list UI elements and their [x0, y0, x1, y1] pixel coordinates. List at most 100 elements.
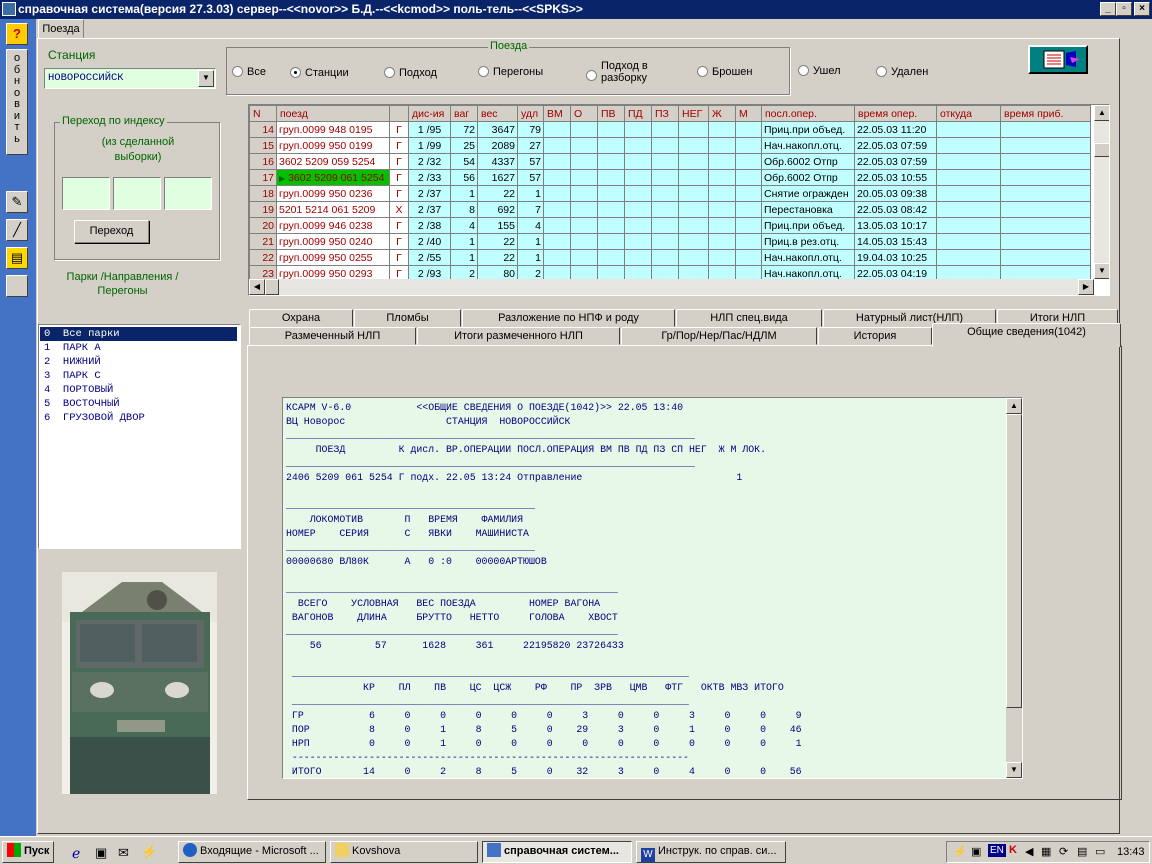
table-cell[interactable]: 14	[249, 121, 277, 138]
table-cell[interactable]	[543, 137, 571, 154]
table-cell[interactable]: Приц.при объед.	[761, 217, 855, 234]
table-cell[interactable]	[708, 217, 736, 234]
table-cell[interactable]: Приц.в рез.отц.	[761, 233, 855, 250]
table-cell[interactable]	[570, 185, 598, 202]
table-cell[interactable]	[543, 201, 571, 218]
radio-circle[interactable]	[876, 66, 887, 77]
table-row[interactable]: 21 груп.0099 950 0240 Г 2 /40 1 22 1 Приц.в рез…	[249, 233, 1091, 250]
park-item[interactable]: 0 Все парки	[40, 327, 237, 341]
table-cell[interactable]: 2 /37	[408, 185, 451, 202]
grid-vertical-scrollbar[interactable]: ▲ ▼	[1094, 105, 1109, 279]
table-cell[interactable]: 4	[450, 217, 478, 234]
table-cell[interactable]	[1000, 169, 1091, 186]
scroll-up-icon[interactable]: ▲	[1094, 105, 1109, 121]
table-cell[interactable]	[624, 217, 652, 234]
park-item[interactable]: 4 ПОРТОВЫЙ	[40, 383, 237, 397]
table-cell[interactable]	[678, 169, 709, 186]
scroll-thumb[interactable]	[265, 279, 279, 295]
column-header[interactable]: посл.опер.	[761, 105, 855, 122]
station-select[interactable]: НОВОРОССИЙСК ▼	[44, 68, 216, 89]
table-cell[interactable]	[1000, 121, 1091, 138]
table-cell[interactable]	[543, 217, 571, 234]
blank-tool-button[interactable]	[6, 275, 28, 297]
table-cell[interactable]	[678, 201, 709, 218]
table-cell[interactable]	[936, 249, 1001, 266]
table-row[interactable]: 22 груп.0099 950 0255 Г 2 /55 1 22 1 Нач.накопл…	[249, 249, 1091, 266]
table-cell[interactable]: Г	[389, 121, 409, 138]
table-cell[interactable]: 1 /99	[408, 137, 451, 154]
table-cell[interactable]	[678, 153, 709, 170]
table-cell[interactable]	[624, 121, 652, 138]
table-cell[interactable]: груп.0099 950 0199	[276, 137, 390, 154]
radio-deleted[interactable]: Удален	[876, 66, 928, 78]
table-cell[interactable]: груп.0099 948 0195	[276, 121, 390, 138]
table-cell[interactable]	[624, 153, 652, 170]
table-cell[interactable]	[1000, 137, 1091, 154]
park-item[interactable]: 5 ВОСТОЧНЫЙ	[40, 397, 237, 411]
table-cell[interactable]	[708, 233, 736, 250]
table-cell[interactable]	[1000, 185, 1091, 202]
table-cell[interactable]	[624, 169, 652, 186]
parks-list[interactable]: 0 Все парки 1 ПАРК А 2 НИЖНИЙ 3 ПАРК С 4…	[38, 324, 241, 549]
table-cell[interactable]: 1	[450, 249, 478, 266]
table-cell[interactable]: 57	[517, 169, 544, 186]
table-row[interactable]: 17 ▶ 3602 5209 061 5254 Г 2 /33 56 1627 57 Обр.…	[249, 169, 1091, 186]
table-cell[interactable]: 5201 5214 061 5209	[276, 201, 390, 218]
table-cell[interactable]	[597, 185, 625, 202]
table-cell[interactable]: 1627	[477, 169, 518, 186]
table-cell[interactable]: 1 /95	[408, 121, 451, 138]
tab-marked-nlp-totals[interactable]: Итоги размеченного НЛП	[417, 327, 620, 345]
table-cell[interactable]: 19.04.03 10:25	[854, 249, 937, 266]
table-cell[interactable]	[735, 217, 762, 234]
table-cell[interactable]: 2 /38	[408, 217, 451, 234]
table-cell[interactable]	[936, 169, 1001, 186]
table-cell[interactable]: 2 /37	[408, 201, 451, 218]
table-cell[interactable]	[651, 249, 679, 266]
column-header[interactable]: ПД	[624, 105, 652, 122]
pencil-icon[interactable]: ✎	[6, 191, 28, 213]
scroll-down-icon[interactable]: ▼	[1006, 762, 1022, 778]
table-cell[interactable]	[936, 121, 1001, 138]
index-field-3[interactable]	[164, 177, 212, 210]
volume-icon[interactable]: ◀	[1025, 845, 1033, 858]
tab-history[interactable]: История	[818, 327, 932, 345]
radio-circle[interactable]	[290, 67, 301, 78]
column-header[interactable]	[389, 105, 409, 122]
task-reference-system[interactable]: справочная систем...	[482, 841, 632, 863]
table-cell[interactable]: 155	[477, 217, 518, 234]
table-cell[interactable]: 4	[517, 217, 544, 234]
index-field-2[interactable]	[113, 177, 161, 210]
radio-approach-sorting[interactable]: Подход в разборку	[586, 60, 648, 84]
table-cell[interactable]	[708, 137, 736, 154]
table-cell[interactable]: 22.05.03 10:55	[854, 169, 937, 186]
table-cell[interactable]	[570, 201, 598, 218]
table-cell[interactable]	[678, 217, 709, 234]
task-word-doc[interactable]: W Инструк. по справ. си...	[636, 841, 786, 863]
report-scrollbar[interactable]: ▲ ▼	[1006, 398, 1022, 778]
column-header[interactable]: НЕГ	[678, 105, 709, 122]
task-folder[interactable]: Kovshova	[330, 841, 478, 863]
general-info-report[interactable]: КСАРМ V-6.0 <<ОБЩИЕ СВЕДЕНИЯ О ПОЕЗДЕ(10…	[282, 397, 1023, 779]
outlook-icon[interactable]: ✉	[118, 845, 129, 861]
table-cell[interactable]: 56	[450, 169, 478, 186]
table-cell[interactable]: 1	[450, 233, 478, 250]
table-cell[interactable]	[543, 121, 571, 138]
radio-departed[interactable]: Ушел	[798, 65, 841, 77]
table-cell[interactable]	[708, 249, 736, 266]
table-cell[interactable]	[735, 249, 762, 266]
table-cell[interactable]: 22.05.03 08:42	[854, 201, 937, 218]
refresh-button[interactable]: о б н о в и т ь	[6, 49, 28, 155]
table-cell[interactable]: 21	[249, 233, 277, 250]
table-cell[interactable]: 20	[249, 217, 277, 234]
table-cell[interactable]: Обр.6002 Отпр	[761, 153, 855, 170]
column-header[interactable]: дис-ия	[408, 105, 451, 122]
column-header[interactable]: Ж	[708, 105, 736, 122]
tray-icon[interactable]: ⚡	[953, 845, 967, 858]
tab-marked-nlp[interactable]: Размеченный НЛП	[249, 327, 416, 345]
park-item[interactable]: 3 ПАРК С	[40, 369, 237, 383]
table-cell[interactable]	[624, 249, 652, 266]
column-header[interactable]: М	[735, 105, 762, 122]
start-button[interactable]: Пуск	[2, 841, 54, 863]
table-cell[interactable]	[708, 185, 736, 202]
table-cell[interactable]	[651, 153, 679, 170]
